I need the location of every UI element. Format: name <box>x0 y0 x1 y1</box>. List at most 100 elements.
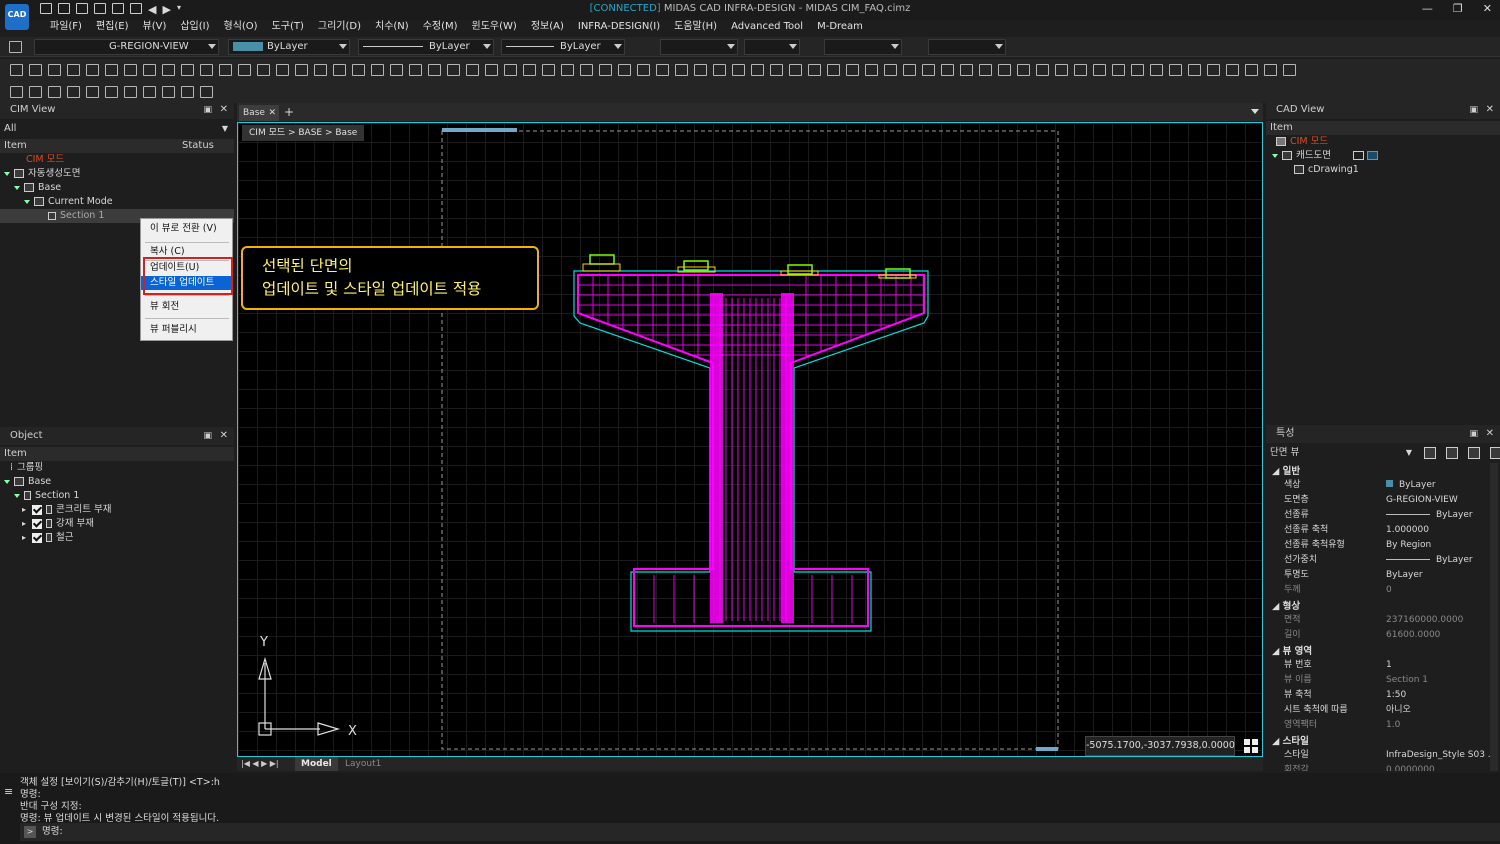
tree-obj-section[interactable]: Section 1 <box>14 489 79 503</box>
draw-tool-icon[interactable] <box>1264 64 1277 76</box>
tree-rebar[interactable]: ▸ 철근 <box>22 531 74 545</box>
multileader-dropdown[interactable] <box>928 39 1006 55</box>
prop-row[interactable]: 뷰 번호 1 <box>1266 658 1486 673</box>
menu-rotate-view[interactable]: 뷰 회전 <box>141 300 232 314</box>
menu-advanced-tool[interactable]: Advanced Tool <box>731 20 803 36</box>
draw-tool-icon[interactable] <box>1036 64 1049 76</box>
draw-tool-icon[interactable] <box>713 64 726 76</box>
modify-tool-icon[interactable] <box>105 86 118 98</box>
tree-steel[interactable]: ▸ 강재 부재 <box>22 517 94 531</box>
draw-tool-icon[interactable] <box>257 64 270 76</box>
properties-scrollbar[interactable] <box>1490 463 1498 771</box>
prop-row[interactable]: 투명도 ByLayer <box>1266 568 1486 583</box>
tree-concrete[interactable]: ▸ 콘크리트 부재 <box>22 503 111 517</box>
draw-tool-icon[interactable] <box>1150 64 1163 76</box>
menu-publish-view[interactable]: 뷰 퍼블리시 <box>141 323 232 337</box>
draw-tool-icon[interactable] <box>238 64 251 76</box>
prop-row[interactable]: 스타일 InfraDesign_Style S03 ... <box>1266 748 1496 763</box>
minimize-icon[interactable]: — <box>1422 2 1433 15</box>
modify-tool-icon[interactable] <box>181 86 194 98</box>
draw-tool-icon[interactable] <box>808 64 821 76</box>
draw-tool-icon[interactable] <box>903 64 916 76</box>
draw-tool-icon[interactable] <box>1112 64 1125 76</box>
modify-tool-icon[interactable] <box>48 86 61 98</box>
draw-tool-icon[interactable] <box>884 64 897 76</box>
dim-style-dropdown[interactable] <box>824 39 902 55</box>
layer-dropdown[interactable]: G-REGION-VIEW <box>34 39 219 55</box>
draw-tool-icon[interactable] <box>1017 64 1030 76</box>
modify-tool-icon[interactable] <box>29 86 42 98</box>
menu-edit[interactable]: 편집(E) <box>96 20 129 36</box>
tree-cad-cim-mode[interactable]: CIM 모드 <box>1276 135 1328 149</box>
modify-tool-icon[interactable] <box>200 86 213 98</box>
prop-row[interactable]: 두께 0 <box>1266 583 1486 598</box>
prop-row[interactable]: 면적 237160000.0000 <box>1266 613 1486 628</box>
draw-tool-icon[interactable] <box>48 64 61 76</box>
draw-tool-icon[interactable] <box>200 64 213 76</box>
draw-tool-icon[interactable] <box>827 64 840 76</box>
command-menu-icon[interactable]: ≡ <box>4 785 13 798</box>
menu-tools[interactable]: 도구(T) <box>272 20 304 36</box>
cat-view-area[interactable]: ◢ 뷰 영역 <box>1272 643 1312 657</box>
draw-tool-icon[interactable] <box>1283 64 1296 76</box>
modify-tool-icon[interactable] <box>10 86 23 98</box>
tab-layout1[interactable]: Layout1 <box>345 757 381 771</box>
view-icon[interactable] <box>1352 151 1364 160</box>
close-icon[interactable]: ✕ <box>1483 2 1492 15</box>
tree-current-mode[interactable]: Current Mode <box>24 195 113 209</box>
draw-tool-icon[interactable] <box>333 64 346 76</box>
draw-tool-icon[interactable] <box>1131 64 1144 76</box>
draw-tool-icon[interactable] <box>409 64 422 76</box>
menu-insert[interactable]: 삽입(I) <box>180 20 209 36</box>
cim-filter-dropdown[interactable]: All ▼ <box>0 121 234 137</box>
pin-icon[interactable]: ▣ <box>203 427 212 445</box>
cat-style[interactable]: ◢ 스타일 <box>1272 733 1309 747</box>
draw-tool-icon[interactable] <box>751 64 764 76</box>
breadcrumb[interactable]: CIM 모드 > BASE > Base <box>242 125 365 141</box>
close-icon[interactable]: ✕ <box>220 427 228 445</box>
draw-tool-icon[interactable] <box>105 64 118 76</box>
draw-tool-icon[interactable] <box>86 64 99 76</box>
draw-tool-icon[interactable] <box>960 64 973 76</box>
draw-tool-icon[interactable] <box>618 64 631 76</box>
select-objects-icon[interactable] <box>1446 447 1458 459</box>
layer-manager-icon[interactable] <box>9 41 22 53</box>
draw-tool-icon[interactable] <box>390 64 403 76</box>
draw-tool-icon[interactable] <box>694 64 707 76</box>
quick-select-icon[interactable] <box>1424 447 1436 459</box>
menu-view[interactable]: 뷰(V) <box>143 20 167 36</box>
modify-tool-icon[interactable] <box>143 86 156 98</box>
draw-tool-icon[interactable] <box>922 64 935 76</box>
modify-tool-icon[interactable] <box>162 86 175 98</box>
pin-icon[interactable]: ▣ <box>1469 101 1478 119</box>
text-style-dropdown[interactable] <box>660 39 738 55</box>
draw-tool-icon[interactable] <box>466 64 479 76</box>
properties-selector[interactable]: 단면 뷰 ▼ <box>1266 445 1416 461</box>
draw-tool-icon[interactable] <box>770 64 783 76</box>
checkbox-icon[interactable] <box>32 518 43 529</box>
draw-tool-icon[interactable] <box>162 64 175 76</box>
menu-format[interactable]: 형식(O) <box>224 20 258 36</box>
draw-tool-icon[interactable] <box>428 64 441 76</box>
draw-tool-icon[interactable] <box>941 64 954 76</box>
draw-tool-icon[interactable] <box>732 64 745 76</box>
prop-row[interactable]: 뷰 축척 1:50 <box>1266 688 1486 703</box>
prop-row[interactable]: 색상 ByLayer <box>1266 478 1486 493</box>
text-height-dropdown[interactable] <box>744 39 800 55</box>
menu-draw[interactable]: 그리기(D) <box>318 20 361 36</box>
draw-tool-icon[interactable] <box>580 64 593 76</box>
close-tab-icon[interactable]: ✕ <box>268 105 276 121</box>
prop-row[interactable]: 선종류 축척 1.000000 <box>1266 523 1486 538</box>
draw-tool-icon[interactable] <box>276 64 289 76</box>
menu-info[interactable]: 정보(A) <box>531 20 564 36</box>
draw-tool-icon[interactable] <box>656 64 669 76</box>
draw-tool-icon[interactable] <box>1207 64 1220 76</box>
draw-tool-icon[interactable] <box>1245 64 1258 76</box>
draw-tool-icon[interactable] <box>29 64 42 76</box>
prop-row[interactable]: 회전각 0.0000000 <box>1266 763 1486 771</box>
close-icon[interactable]: ✕ <box>1486 425 1494 443</box>
tree-base[interactable]: Base <box>14 181 61 195</box>
draw-tool-icon[interactable] <box>485 64 498 76</box>
draw-tool-icon[interactable] <box>352 64 365 76</box>
checkbox-icon[interactable] <box>32 532 43 543</box>
